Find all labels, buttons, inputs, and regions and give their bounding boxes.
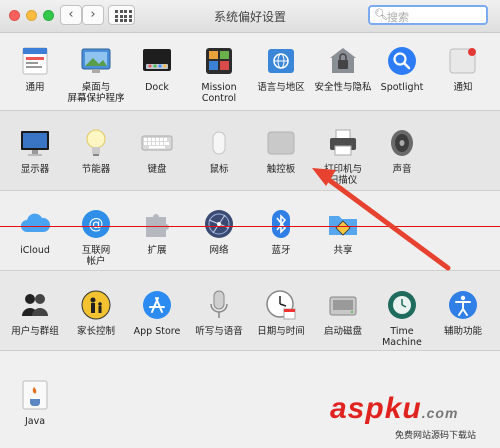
watermark-brand: aspku.com: [330, 392, 459, 425]
annotation-arrow: [312, 168, 451, 271]
watermark-tagline: 免费网站源码下载站: [395, 431, 477, 441]
